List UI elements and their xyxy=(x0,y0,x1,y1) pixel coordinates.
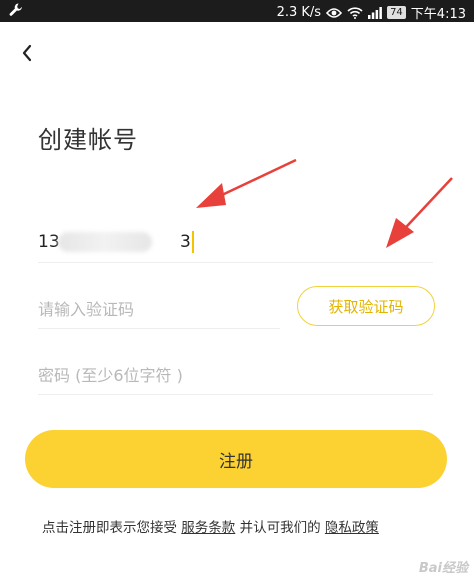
status-bar: 2.3 K/s 74 下午4:13 xyxy=(0,0,474,22)
back-button[interactable] xyxy=(14,40,40,66)
annotation-arrow-left xyxy=(196,158,297,208)
clock: 下午4:13 xyxy=(410,7,466,22)
privacy-policy-link[interactable]: 隐私政策 xyxy=(325,520,379,536)
terms-text: 点击注册即表示您接受 服务条款 并认可我们的 隐私政策 xyxy=(42,516,379,536)
terms-prefix: 点击注册即表示您接受 xyxy=(42,520,177,536)
battery-icon: 74 xyxy=(387,6,406,19)
terms-middle: 并认可我们的 xyxy=(239,520,321,536)
phone-field[interactable]: 13 3 xyxy=(38,228,433,263)
eye-icon xyxy=(326,7,343,19)
phone-suffix: 3 xyxy=(180,232,191,252)
watermark: Bai经验 xyxy=(418,561,468,576)
page-title: 创建帐号 xyxy=(38,126,138,154)
verification-code-field[interactable] xyxy=(38,292,280,329)
wifi-icon xyxy=(347,6,363,19)
service-terms-link[interactable]: 服务条款 xyxy=(181,520,235,536)
signal-icon xyxy=(368,6,382,19)
chevron-left-icon xyxy=(22,44,32,62)
wrench-icon xyxy=(8,2,24,18)
password-input[interactable] xyxy=(38,366,433,385)
phone-blur-mask xyxy=(58,232,152,252)
password-field[interactable] xyxy=(38,358,433,395)
get-code-button[interactable]: 获取验证码 xyxy=(297,286,435,326)
network-speed: 2.3 K/s xyxy=(276,5,322,20)
verification-code-input[interactable] xyxy=(38,300,280,319)
register-button[interactable]: 注册 xyxy=(25,430,447,488)
text-cursor xyxy=(192,231,194,253)
phone-prefix: 13 xyxy=(38,232,60,252)
